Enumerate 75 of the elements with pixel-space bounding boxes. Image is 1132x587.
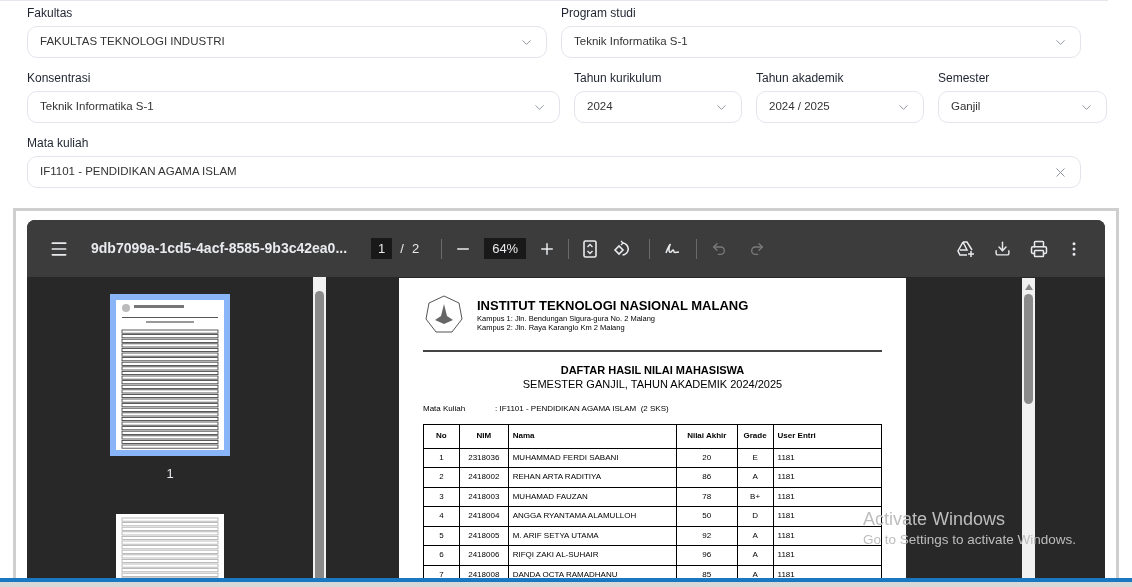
field-label: Tahun kurikulum	[574, 70, 663, 86]
table-cell: A	[737, 526, 774, 546]
table-cell: 2418004	[459, 506, 509, 526]
document-title: DAFTAR HASIL NILAI MAHASISWA	[560, 362, 745, 377]
field-label: Fakultas	[27, 5, 74, 21]
table-cell: 2418005	[459, 526, 509, 546]
table-cell: 1181	[773, 487, 882, 507]
zoom-level[interactable]: 64%	[484, 237, 527, 260]
column-header: User Entri	[773, 424, 882, 448]
table-cell: 92	[676, 526, 738, 546]
dropdown-field[interactable]: Ganjil	[938, 91, 1107, 123]
page-number-label: 1	[166, 465, 174, 483]
page-thumbnail[interactable]	[110, 294, 230, 456]
column-header: Grade	[737, 424, 774, 448]
table-cell: ANGGA RYANTAMA ALAMULLOH	[508, 506, 677, 526]
dropdown-field[interactable]: 2024	[574, 91, 742, 123]
table-cell: M. ARIF SETYA UTAMA	[508, 526, 677, 546]
table-cell: 3	[423, 487, 460, 507]
table-cell: MUHAMAD FAUZAN	[508, 487, 677, 507]
column-header: NIM	[459, 424, 509, 448]
table-cell: 1181	[773, 448, 882, 468]
drive-add-icon[interactable]	[957, 240, 975, 257]
field-label: Semester	[938, 70, 991, 86]
table-cell: RIFQI ZAKI AL-SUHAIR	[508, 545, 677, 565]
table-cell: A	[737, 545, 774, 565]
table-cell: 1	[423, 448, 460, 468]
file-name: 9db7099a-1cd5-4acf-8585-9b3c42ea0...	[91, 239, 348, 258]
scroll-up-icon[interactable]	[1024, 284, 1033, 290]
table-cell: 6	[423, 545, 460, 565]
course-label: Mata Kuliah	[423, 402, 467, 415]
table-cell: 20	[676, 448, 738, 468]
table-cell: B+	[737, 487, 774, 507]
scrollbar-thumb[interactable]	[315, 291, 324, 578]
dropdown-field[interactable]: Teknik Informatika S-1	[27, 91, 560, 123]
logo-icon	[423, 294, 465, 336]
table-cell: A	[737, 467, 774, 487]
fit-page-icon[interactable]	[583, 239, 598, 258]
field-label: Mata kuliah	[27, 135, 90, 151]
column-header: No	[423, 424, 460, 448]
table-cell: 4	[423, 506, 460, 526]
table-cell: 2318036	[459, 448, 509, 468]
table-cell: REHAN ARTA RADITIYA	[508, 467, 677, 487]
table-cell: 1181	[773, 467, 882, 487]
document-subtitle: SEMESTER GANJIL, TAHUN AKADEMIK 2024/2025	[522, 376, 783, 391]
table-cell: E	[737, 448, 774, 468]
table-cell: 5	[423, 526, 460, 546]
course-value: : IF1101 - PENDIDIKAN AGAMA ISLAM (2 SKS)	[495, 402, 669, 415]
table-cell: 2418003	[459, 487, 509, 507]
table-cell: 78	[676, 487, 738, 507]
table-cell: 2418002	[459, 467, 509, 487]
select-field[interactable]: IF1101 - PENDIDIKAN AGAMA ISLAM	[27, 156, 1081, 188]
page-total: 2	[411, 239, 420, 258]
print-icon[interactable]	[1030, 239, 1048, 258]
dropdown-field[interactable]: FAKULTAS TEKNOLOGI INDUSTRI	[27, 26, 547, 58]
field-label: Tahun akademik	[756, 70, 845, 86]
scrollbar-thumb[interactable]	[1024, 294, 1033, 404]
dropdown-field[interactable]: 2024 / 2025	[756, 91, 924, 123]
column-header: Nilai Akhir	[676, 424, 738, 448]
rotate-icon[interactable]	[613, 239, 632, 258]
column-header: Nama	[508, 424, 677, 448]
download-icon[interactable]	[994, 240, 1011, 257]
table-cell: 2	[423, 467, 460, 487]
page-input[interactable]: 1	[371, 237, 393, 260]
field-label: Konsentrasi	[27, 70, 92, 86]
table-cell: 86	[676, 467, 738, 487]
table-cell: 2418006	[459, 545, 509, 565]
page-separator: /	[400, 239, 404, 258]
institution-name: INSTITUT TEKNOLOGI NASIONAL MALANG	[477, 298, 749, 314]
table-cell: 96	[676, 545, 738, 565]
table-cell: 1181	[773, 545, 882, 565]
field-label: Program studi	[561, 5, 637, 21]
dropdown-field[interactable]: Teknik Informatika S-1	[561, 26, 1081, 58]
table-cell: D	[737, 506, 774, 526]
table-cell: MUHAMMAD FERDI SABANI	[508, 448, 677, 468]
table-cell: 50	[676, 506, 738, 526]
